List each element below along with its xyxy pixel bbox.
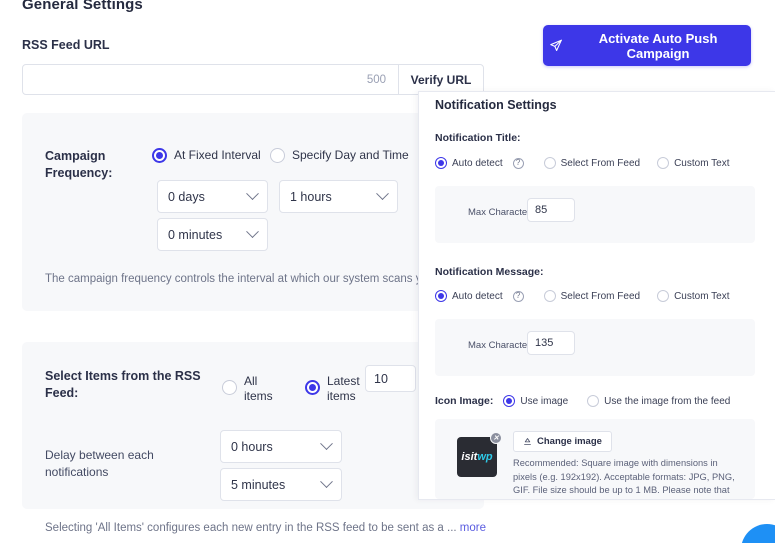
notification-settings-panel: Notification Settings Notification Title… (418, 91, 775, 500)
items-option-label: All items (244, 374, 273, 403)
latest-items-count-input[interactable] (365, 365, 416, 392)
change-image-button[interactable]: Change image (513, 431, 612, 452)
thumbnail-text-wp: wp (477, 451, 493, 463)
icon-image-options: Icon Image: Use image Use the image from… (435, 395, 730, 407)
notif-message-option-custom-text[interactable]: Custom Text (657, 290, 729, 302)
radio-specify-day-time-icon (270, 148, 285, 163)
frequency-minutes-value: 0 minutes (168, 227, 223, 242)
chevron-down-icon (320, 475, 333, 489)
notification-title-label: Notification Title: (435, 132, 521, 144)
notification-title-max-chars-card: Max Characters (435, 186, 755, 243)
delay-minutes-value: 5 minutes (231, 477, 286, 492)
notif-title-option-label: Custom Text (674, 157, 730, 169)
activate-button-area: Activate Auto Push Campaign (516, 0, 775, 90)
icon-image-requirements-note: Recommended: Square image with dimension… (513, 458, 735, 499)
icon-image-label: Icon Image: (435, 395, 494, 407)
select-items-card: Select Items from the RSS Feed: All items… (22, 342, 484, 509)
rss-feed-url-label: RSS Feed URL (22, 38, 110, 52)
campaign-frequency-card: Campaign Frequency: At Fixed Interval Sp… (22, 113, 484, 311)
chat-widget-button[interactable] (741, 524, 775, 543)
radio-all-items-icon (222, 380, 237, 395)
frequency-days-value: 0 days (168, 189, 205, 204)
frequency-days-select[interactable]: 0 days (157, 180, 268, 213)
notif-message-option-label: Select From Feed (560, 290, 641, 302)
chevron-down-icon (246, 187, 259, 201)
notif-title-option-label: Auto detect (452, 157, 503, 169)
frequency-hours-select[interactable]: 1 hours (279, 180, 398, 213)
chevron-down-icon (246, 225, 259, 239)
select-items-label: Select Items from the RSS Feed: (45, 369, 201, 400)
app-screen: General Settings RSS Feed URL 500 Verify… (0, 0, 775, 543)
notification-message-max-chars-input[interactable] (527, 331, 575, 355)
notification-message-options: Auto detect ? Select From Feed Custom Te… (435, 290, 729, 302)
radio-use-feed-image-icon (587, 395, 600, 407)
upload-icon (524, 438, 531, 445)
remove-image-close-icon[interactable]: ✕ (490, 432, 502, 444)
paper-plane-icon (550, 39, 562, 52)
radio-latest-items-icon (305, 380, 320, 395)
notification-title-max-chars-input[interactable] (527, 198, 575, 222)
notif-title-option-label: Select From Feed (560, 157, 641, 169)
icon-image-thumbnail: isit wp ✕ (457, 432, 502, 477)
select-items-help-text: Selecting 'All Items' configures each ne… (45, 522, 486, 534)
frequency-option-label: Specify Day and Time (292, 148, 409, 162)
chevron-down-icon (376, 187, 389, 201)
help-more-link[interactable]: more (460, 522, 486, 534)
page-title: General Settings (22, 0, 143, 13)
notification-message-label: Notification Message: (435, 266, 544, 278)
radio-custom-text-icon (657, 290, 670, 302)
items-option-latest[interactable]: Latest items (305, 374, 360, 404)
verify-url-button[interactable]: Verify URL (398, 65, 483, 94)
frequency-option-label: At Fixed Interval (174, 148, 261, 162)
campaign-frequency-label: Campaign Frequency: (45, 149, 113, 180)
icon-image-option-label: Use the image from the feed (604, 395, 731, 407)
activate-button-label: Activate Auto Push Campaign (598, 30, 718, 61)
delay-minutes-select[interactable]: 5 minutes (220, 468, 342, 501)
notif-title-option-select-from-feed[interactable]: Select From Feed (543, 157, 641, 169)
frequency-hours-value: 1 hours (290, 189, 332, 204)
icon-image-option-label: Use image (520, 395, 569, 407)
rss-feed-url-row: 500 Verify URL (22, 64, 484, 95)
activate-auto-push-campaign-button[interactable]: Activate Auto Push Campaign (543, 25, 751, 66)
max-characters-label: Max Characters (468, 340, 536, 351)
notif-message-option-auto-detect[interactable]: Auto detect ? (435, 290, 524, 302)
radio-select-from-feed-icon (543, 157, 556, 169)
max-characters-label: Max Characters (468, 207, 536, 218)
notification-settings-title: Notification Settings (435, 98, 557, 112)
change-image-label: Change image (537, 436, 602, 447)
notification-message-max-chars-card: Max Characters (435, 319, 755, 376)
delay-hours-select[interactable]: 0 hours (220, 430, 342, 463)
items-option-label: Latest items (327, 374, 360, 403)
rss-url-char-counter: 500 (366, 73, 386, 86)
notif-title-option-auto-detect[interactable]: Auto detect ? (435, 157, 524, 169)
icon-image-option-use-image[interactable]: Use image (503, 395, 568, 407)
frequency-option-specify-day-time[interactable]: Specify Day and Time (270, 148, 409, 163)
notif-message-option-select-from-feed[interactable]: Select From Feed (543, 290, 641, 302)
radio-auto-detect-icon (435, 157, 447, 169)
radio-use-image-icon (503, 395, 516, 407)
thumbnail-text-isit: isit (461, 451, 478, 463)
radio-select-from-feed-icon (543, 290, 556, 302)
notif-title-option-custom-text[interactable]: Custom Text (657, 157, 729, 169)
frequency-minutes-select[interactable]: 0 minutes (157, 218, 268, 251)
delay-label: Delay between each notifications (45, 448, 154, 479)
radio-custom-text-icon (657, 157, 670, 169)
icon-image-upload-card: isit wp ✕ Change image Recommended: Squar… (435, 419, 755, 499)
items-option-all[interactable]: All items (222, 374, 273, 404)
rss-feed-url-input[interactable] (23, 65, 367, 94)
notif-message-option-label: Auto detect (452, 290, 503, 302)
delay-hours-value: 0 hours (231, 439, 273, 454)
frequency-option-fixed-interval[interactable]: At Fixed Interval (152, 148, 261, 163)
campaign-frequency-help-text: The campaign frequency controls the inte… (45, 273, 428, 285)
notif-message-option-label: Custom Text (674, 290, 730, 302)
radio-auto-detect-icon (435, 290, 447, 302)
icon-image-option-use-feed-image[interactable]: Use the image from the feed (587, 395, 730, 407)
radio-fixed-interval-icon (152, 148, 167, 163)
question-mark-icon[interactable]: ? (512, 290, 524, 302)
notification-title-options: Auto detect ? Select From Feed Custom Te… (435, 157, 729, 169)
question-mark-icon[interactable]: ? (512, 157, 524, 169)
chevron-down-icon (320, 437, 333, 451)
